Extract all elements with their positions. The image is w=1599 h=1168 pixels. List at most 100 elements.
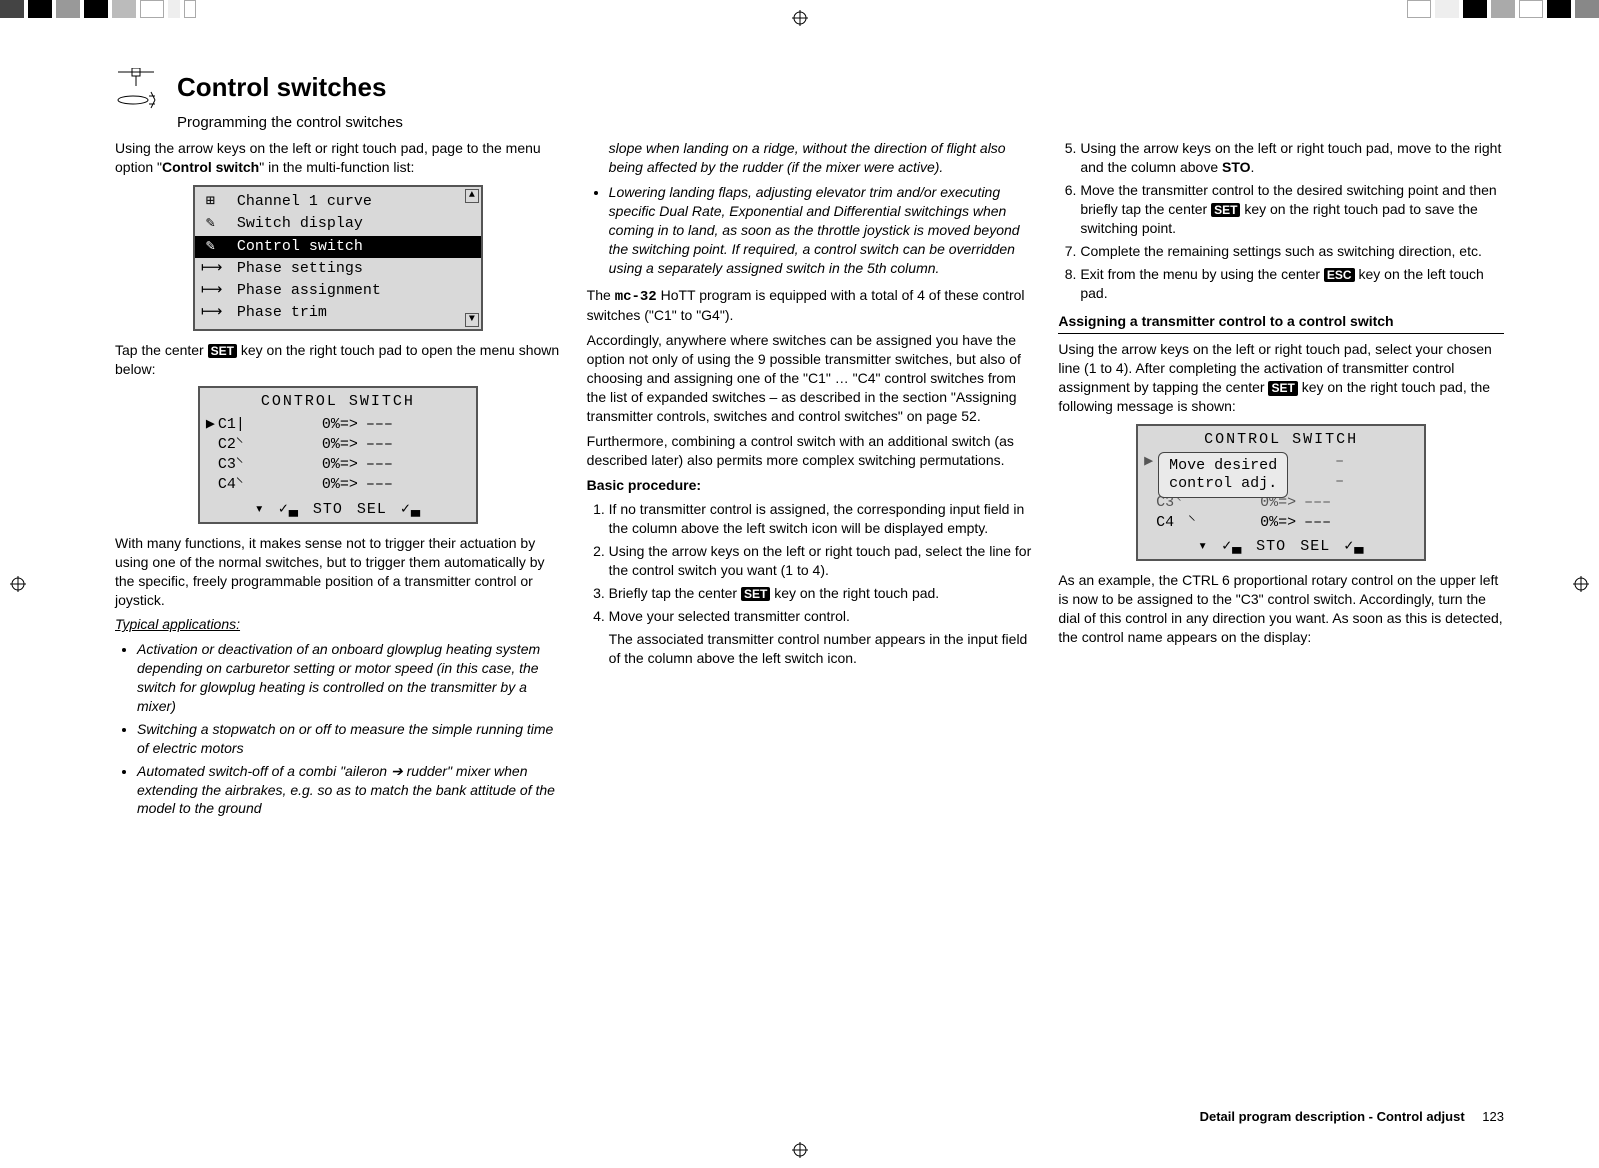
lcd-control-switch-table: CONTROL SWITCH ▶C1|0%=>–––C2⸌0%=>–––C3⸌0…	[198, 386, 478, 524]
menu-item: ✎ Control switch	[195, 236, 481, 258]
table-row: C4⸌0%=>–––	[200, 475, 476, 495]
paragraph: Tap the center SET key on the right touc…	[115, 341, 561, 379]
cell: –––	[1304, 513, 1344, 533]
list-item: Briefly tap the center SET key on the ri…	[609, 584, 1033, 603]
menu-item-icon: ⟼	[201, 259, 219, 279]
sel-label: SEL	[357, 500, 387, 520]
cell: 0%	[1238, 513, 1278, 533]
page-footer: Detail program description - Control adj…	[1200, 1108, 1504, 1126]
section-heading: Assigning a transmitter control to a con…	[1058, 312, 1504, 334]
text: Using the arrow keys on the left or righ…	[1080, 140, 1501, 175]
list-item: Automated switch-off of a combi "aileron…	[137, 762, 561, 819]
table-row: ▶C1|0%=>–––	[200, 415, 476, 435]
print-target-bottom	[792, 1142, 808, 1158]
overlay-line: control adj.	[1169, 475, 1277, 493]
text: Briefly tap the center	[609, 585, 741, 601]
lcd-menu-list: ▲ ▼ ⊞ Channel 1 curve✎ Switch display✎ C…	[193, 185, 483, 331]
print-target-left	[10, 576, 26, 592]
paragraph: As an example, the CTRL 6 proportional r…	[1058, 571, 1504, 647]
sto-label: STO	[313, 500, 343, 520]
set-key-icon: SET	[741, 587, 770, 601]
esc-key-icon: ESC	[1324, 268, 1355, 282]
menu-item-icon: ✎	[201, 237, 219, 257]
lcd-title: CONTROL SWITCH	[200, 388, 476, 414]
switch-icon: ✓▃	[1222, 537, 1242, 557]
menu-item-icon: ⟼	[201, 303, 219, 323]
list-item: Using the arrow keys on the left or righ…	[609, 542, 1033, 580]
set-key-icon: SET	[208, 344, 237, 358]
paragraph: Using the arrow keys on the left or righ…	[1058, 340, 1504, 416]
bold-term: Control switch	[162, 159, 259, 175]
menu-item-label: Control switch	[219, 237, 363, 257]
menu-item-icon: ✎	[201, 214, 219, 234]
cell: =>	[1278, 513, 1304, 533]
basic-procedure-list: If no transmitter control is assigned, t…	[587, 500, 1033, 667]
menu-item-label: Phase assignment	[219, 281, 381, 301]
bold-term: STO	[1222, 159, 1251, 175]
scroll-down-icon: ▼	[465, 313, 479, 327]
menu-item-icon: ⟼	[201, 281, 219, 301]
table-row: C3⸌0%=>–––	[200, 455, 476, 475]
table-row: C2⸌0%=>–––	[200, 435, 476, 455]
menu-item: ⟼ Phase settings	[195, 258, 481, 280]
menu-item: ⊞ Channel 1 curve	[195, 191, 481, 213]
procedure-cont-list: Using the arrow keys on the left or righ…	[1058, 139, 1504, 302]
sto-label: STO	[1256, 537, 1286, 557]
basic-procedure-heading: Basic procedure:	[587, 476, 1033, 495]
model-name: mc-32	[615, 289, 657, 305]
menu-item: ✎ Switch display	[195, 213, 481, 235]
list-item: Complete the remaining settings such as …	[1080, 242, 1504, 261]
cell: C4	[1156, 513, 1188, 533]
text: .	[1251, 159, 1255, 175]
print-target-top	[792, 10, 808, 26]
text: Move your selected transmitter control.	[609, 608, 850, 624]
menu-item-label: Phase trim	[219, 303, 327, 323]
down-icon: ▾	[1198, 537, 1208, 557]
text: Tap the center	[115, 342, 208, 358]
list-item: Move your selected transmitter control. …	[609, 607, 1033, 668]
intro-paragraph: Using the arrow keys on the left or righ…	[115, 139, 561, 177]
typical-apps-list: Activation or deactivation of an onboard…	[115, 640, 561, 818]
carryover-italic: slope when landing on a ridge, without t…	[587, 139, 1033, 177]
down-icon: ▾	[255, 500, 265, 520]
paragraph: Furthermore, combining a control switch …	[587, 432, 1033, 470]
list-item: Activation or deactivation of an onboard…	[137, 640, 561, 716]
paragraph: The mc-32 HoTT program is equipped with …	[587, 286, 1033, 326]
sel-label: SEL	[1300, 537, 1330, 557]
table-row: C4⸌0%=>–––	[1138, 513, 1424, 533]
page-title: Control switches	[177, 70, 1504, 105]
column-3: Using the arrow keys on the left or righ…	[1058, 139, 1504, 826]
switch-icon: ✓▃	[401, 500, 421, 520]
paragraph: With many functions, it makes sense not …	[115, 534, 561, 610]
menu-item-label: Phase settings	[219, 259, 363, 279]
apps-heading: Typical applications:	[115, 615, 561, 634]
column-1: Using the arrow keys on the left or righ…	[115, 139, 561, 826]
header-icon	[115, 68, 157, 110]
switch-icon: ✓▃	[1344, 537, 1364, 557]
bullet-list: Lowering landing flaps, adjusting elevat…	[587, 183, 1033, 277]
text: The associated transmitter control numbe…	[609, 630, 1033, 668]
text: " in the multi-function list:	[259, 159, 414, 175]
scroll-up-icon: ▲	[465, 189, 479, 203]
set-key-icon: SET	[1211, 203, 1240, 217]
list-item: Switching a stopwatch on or off to measu…	[137, 720, 561, 758]
menu-item-label: Channel 1 curve	[219, 192, 372, 212]
overlay-line: Move desired	[1169, 457, 1277, 475]
menu-item: ⟼ Phase trim	[195, 302, 481, 324]
switch-icon: ✓▃	[279, 500, 299, 520]
page-subtitle: Programming the control switches	[177, 113, 1504, 133]
print-color-bar-right	[1407, 0, 1599, 18]
lcd-move-desired: CONTROL SWITCH ▶(– (– C3⸌0%=>––– C4⸌0%=>…	[1136, 424, 1426, 562]
lcd-bottom-bar: ▾ ✓▃ STO SEL ✓▃	[1138, 533, 1424, 559]
paragraph: Accordingly, anywhere where switches can…	[587, 331, 1033, 425]
list-item: Exit from the menu by using the center E…	[1080, 265, 1504, 303]
text: Exit from the menu by using the center	[1080, 266, 1324, 282]
set-key-icon: SET	[1268, 381, 1297, 395]
page-number: 123	[1482, 1109, 1504, 1124]
list-item: If no transmitter control is assigned, t…	[609, 500, 1033, 538]
list-item: Using the arrow keys on the left or righ…	[1080, 139, 1504, 177]
menu-item-icon: ⊞	[201, 192, 219, 212]
footer-label: Detail program description - Control adj…	[1200, 1109, 1465, 1124]
text: The	[587, 287, 615, 303]
menu-item-label: Switch display	[219, 214, 363, 234]
